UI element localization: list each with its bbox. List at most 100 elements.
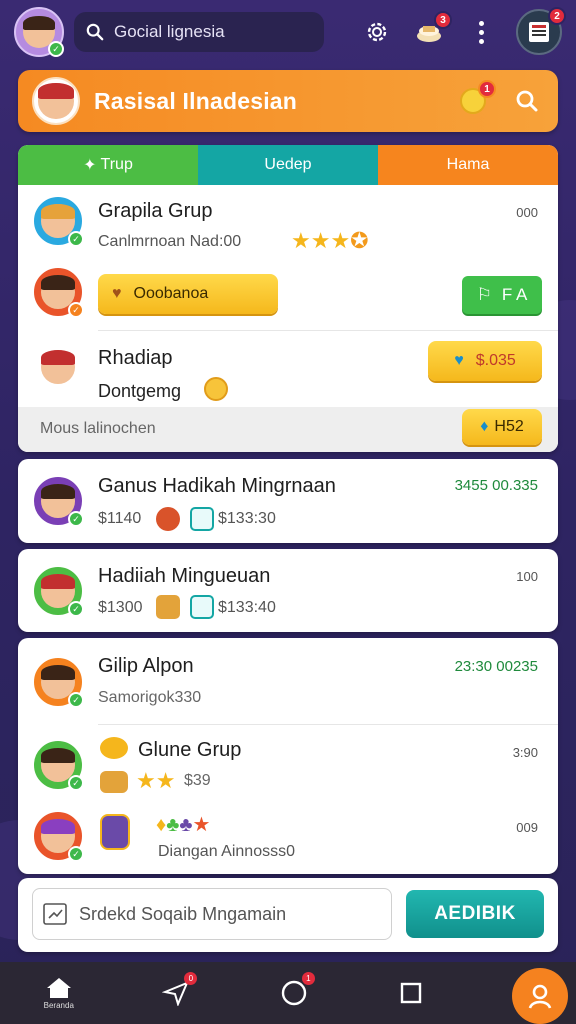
header-badge: 1: [478, 80, 496, 98]
user-avatar[interactable]: ✓: [14, 7, 64, 57]
item-meta: 23:30 00235: [454, 658, 538, 675]
heart-icon: ♥: [112, 285, 122, 302]
search-icon[interactable]: [510, 84, 544, 118]
group-panel: ✦ Trup Uedep Hama ✓ Grapila Grup Canlmrno…: [18, 145, 558, 452]
group-avatar[interactable]: [32, 77, 80, 125]
search-input[interactable]: Gocial lignesia: [114, 22, 225, 42]
mascot-icon: [100, 814, 130, 850]
group-header: Rasisal Ilnadesian 1: [18, 70, 558, 132]
star-icon: ✦: [83, 157, 97, 174]
nav-send[interactable]: 0: [118, 962, 236, 1024]
footer-strip: Mous lalinochen ♦ H52: [18, 407, 558, 452]
home-icon: [46, 978, 71, 998]
card-amount: $1300: [98, 599, 143, 616]
nav-circle[interactable]: 1: [235, 962, 353, 1024]
search-icon: [86, 23, 104, 41]
nav-square[interactable]: [353, 962, 471, 1024]
verified-icon: ✓: [68, 231, 84, 247]
verified-icon: ✓: [68, 692, 84, 708]
gear-icon[interactable]: [360, 15, 394, 49]
profile-avatar[interactable]: 2: [516, 7, 566, 55]
group-name: Grapila Grup: [98, 200, 213, 222]
person-icon: [528, 984, 552, 1009]
group-subtitle: Dontgemg: [98, 381, 182, 401]
verified-icon: ✓: [68, 846, 84, 862]
food-icon: [100, 771, 128, 793]
square-icon: [401, 982, 422, 1004]
coin-icon: [204, 377, 228, 401]
chest-icon: [156, 595, 180, 619]
box-icon: [190, 595, 214, 619]
cake-icon[interactable]: 3: [412, 11, 452, 49]
nav-badge: 1: [301, 972, 315, 985]
tab-trup[interactable]: ✦ Trup: [18, 145, 198, 185]
avatar: ✓: [32, 656, 84, 708]
nav-home[interactable]: Beranda: [0, 962, 118, 1024]
verified-icon: ✓: [68, 511, 84, 527]
bottom-nav: Beranda 0 1: [0, 962, 576, 1024]
flag-icon: ⚐: [476, 285, 492, 304]
card-title: Ganus Hadikah Mingrnaan: [98, 475, 336, 497]
footer-text: Mous lalinochen: [40, 420, 156, 437]
card-amount: $1140: [98, 510, 142, 527]
avatar: ✓: [32, 195, 84, 247]
profile-badge: 2: [548, 7, 566, 25]
top-bar: ✓ Gocial lignesia 3 2: [0, 0, 576, 64]
group-subtitle: Samorigok330: [98, 689, 202, 706]
list-item[interactable]: ✓ Glune Grup ★★ $39 3:90: [18, 725, 558, 800]
diamond-icon: ♦: [480, 418, 489, 435]
avatar: ✓: [32, 739, 84, 791]
card-meta: 100: [516, 569, 538, 584]
card-amount-secondary: $133:40: [218, 599, 276, 616]
tab-hama[interactable]: Hama: [378, 145, 558, 185]
group-name: Rhadiap: [98, 347, 173, 369]
list-item[interactable]: ✓ ♦♣♣★ Diangan Ainnosss0 009: [18, 800, 558, 874]
verified-icon: ✓: [68, 302, 84, 318]
message-input[interactable]: Srdekd Soqaib Mngamain: [32, 888, 392, 940]
nav-home-label: Beranda: [43, 1001, 74, 1010]
more-icon[interactable]: [464, 15, 498, 49]
badge-icon: [156, 507, 180, 531]
page-title: Rasisal Ilnadesian: [94, 87, 298, 114]
list-item[interactable]: ✓ Grapila Grup Canlmrnoan Nad:00 ★★★✪ 00…: [18, 185, 558, 260]
join-button[interactable]: ♥ Ooobanoa: [98, 274, 278, 314]
chip-button[interactable]: ♦ H52: [462, 409, 542, 445]
search-bar[interactable]: Gocial lignesia: [74, 12, 324, 52]
avatar: ✓: [32, 475, 84, 527]
verified-icon: ✓: [68, 775, 84, 791]
send-button[interactable]: AEDIBIK: [406, 890, 544, 938]
notification-badge: 3: [434, 11, 452, 29]
price-button[interactable]: ♥ $.035: [428, 341, 542, 381]
card-amount-secondary: $133:30: [218, 510, 276, 527]
avatar: ✓: [32, 266, 84, 318]
card-meta: 3455 00.335: [454, 477, 538, 494]
diamond-icon: ♥: [454, 352, 464, 369]
box-icon: [190, 507, 214, 531]
reward-card[interactable]: ✓ Hadiiah Mingueuan 100 $1300 $133:40: [18, 549, 558, 632]
item-meta: 000: [516, 205, 538, 220]
group-subtitle: Canlmrnoan Nad:00: [98, 233, 242, 250]
message-composer: Srdekd Soqaib Mngamain AEDIBIK: [18, 878, 558, 952]
item-meta: 009: [516, 820, 538, 835]
tab-uedep[interactable]: Uedep: [198, 145, 378, 185]
rating-stars: ★★★✪: [291, 228, 369, 253]
list-item[interactable]: ✓ ♥ Ooobanoa ⚐ F A: [18, 260, 558, 330]
group-name: Glune Grup: [138, 739, 242, 761]
verified-icon: ✓: [68, 601, 84, 617]
emoji-icon[interactable]: 1: [456, 80, 496, 118]
coin-icon: [100, 737, 128, 759]
profile-fab[interactable]: [512, 968, 568, 1024]
list-item[interactable]: Rhadiap Dontgemg ♥ $.035: [18, 331, 558, 406]
reward-card[interactable]: ✓ Ganus Hadikah Mingrnaan 3455 00.335 $1…: [18, 459, 558, 543]
item-meta: 3:90: [512, 745, 538, 760]
nav-badge: 0: [184, 972, 198, 985]
group-list-panel: ✓ Gilip Alpon Samorigok330 23:30 00235 ✓…: [18, 638, 558, 874]
edit-icon: [43, 903, 67, 925]
group-price: $39: [184, 772, 211, 789]
gem-icons: ♦♣♣★: [156, 814, 211, 836]
group-subtitle: Diangan Ainnosss0: [158, 843, 295, 860]
rating-stars: ★★: [136, 768, 176, 793]
action-button[interactable]: ⚐ F A: [462, 276, 542, 314]
group-name: Gilip Alpon: [98, 655, 194, 677]
list-item[interactable]: ✓ Gilip Alpon Samorigok330 23:30 00235: [18, 638, 558, 724]
